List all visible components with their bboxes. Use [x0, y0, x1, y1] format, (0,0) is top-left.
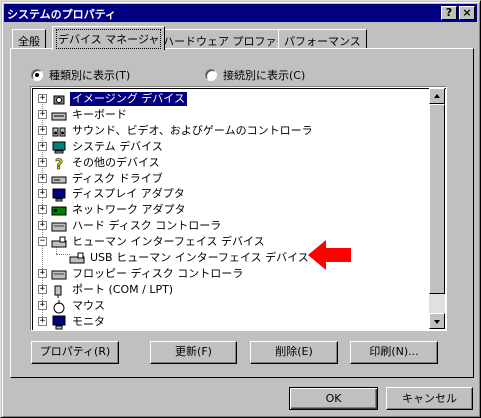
- tree-item-label: その他のデバイス: [72, 155, 160, 169]
- tree-item-label: ポート (COM / LPT): [72, 282, 174, 296]
- tree-item[interactable]: + マウス: [38, 298, 107, 314]
- red-arrow-icon: [308, 240, 351, 270]
- port-icon: [51, 283, 67, 298]
- tree-item[interactable]: USB ヒューマン インターフェイス デバイス: [69, 250, 311, 266]
- tree-item[interactable]: +? その他のデバイス: [38, 155, 162, 173]
- tree-item[interactable]: + サウンド、ビデオ、およびゲームのコントローラ: [38, 123, 315, 139]
- remove-button[interactable]: 削除(E): [250, 341, 338, 364]
- tree-item-label: モニタ: [72, 314, 105, 328]
- camera-icon: [51, 92, 67, 106]
- keyboard-icon: [51, 108, 67, 122]
- arrow-down-icon: [434, 320, 440, 324]
- device-tree[interactable]: + イメージング デバイス + キーボード + サウンド、ビデオ、およびゲームのコントロー…: [30, 86, 447, 331]
- expand-icon[interactable]: +: [38, 268, 47, 278]
- titlebar[interactable]: システムのプロパティ ? ×: [4, 4, 477, 22]
- tree-item[interactable]: + フロッピー ディスク コントローラ: [38, 266, 245, 282]
- expand-icon[interactable]: +: [38, 94, 47, 103]
- print-button[interactable]: 印刷(N)...: [350, 341, 438, 364]
- expand-icon[interactable]: +: [38, 125, 47, 135]
- radio-button-checked[interactable]: [31, 69, 43, 81]
- close-button[interactable]: ×: [459, 6, 475, 20]
- expand-icon[interactable]: +: [38, 316, 47, 326]
- tree-item[interactable]: + ディスク ドライブ: [38, 171, 165, 187]
- tree-item[interactable]: + イメージング デバイス: [38, 91, 187, 107]
- system-properties-window: システムのプロパティ ? × 全般 デバイス マネージャ ハードウェア プロファ…: [0, 0, 481, 418]
- view-by-connection-label: 接続別に表示(C): [223, 69, 306, 82]
- tree-item-label: マウス: [72, 298, 105, 312]
- ok-button[interactable]: OK: [289, 387, 378, 410]
- tree-item-label: ヒューマン インターフェイス デバイス: [72, 235, 265, 249]
- expand-icon[interactable]: +: [38, 221, 47, 231]
- view-by-type-option[interactable]: 種類別に表示(T): [31, 67, 130, 83]
- tree-item-label: サウンド、ビデオ、およびゲームのコントローラ: [72, 123, 313, 137]
- refresh-button[interactable]: 更新(F): [150, 341, 237, 364]
- radio-button[interactable]: [205, 69, 217, 81]
- arrow-up-icon: [434, 94, 440, 98]
- usb-hid-icon: [69, 251, 85, 265]
- expand-icon[interactable]: +: [38, 109, 47, 119]
- tree-item-label: ディスプレイ アダプタ: [72, 187, 185, 201]
- tree-item[interactable]: − ヒューマン インターフェイス デバイス: [38, 234, 267, 250]
- network-adapter-icon: [51, 203, 67, 217]
- scroll-thumb[interactable]: [429, 104, 445, 294]
- view-by-type-label: 種類別に表示(T): [49, 69, 131, 82]
- expand-icon[interactable]: +: [38, 189, 47, 199]
- svg-text:?: ?: [55, 157, 63, 171]
- tree-item-label: キーボード: [72, 107, 127, 121]
- tree-item-label: USB ヒューマン インターフェイス デバイス: [90, 251, 309, 264]
- tree-item-label: ディスク ドライブ: [72, 171, 163, 185]
- tree-item-label: イメージング デバイス: [70, 92, 187, 106]
- tree-item[interactable]: + システム デバイス: [38, 139, 165, 155]
- tree-item[interactable]: + ディスプレイ アダプタ: [38, 186, 187, 202]
- expand-icon[interactable]: +: [38, 300, 47, 310]
- tab-general[interactable]: 全般: [12, 29, 46, 49]
- tree-item[interactable]: + キーボード: [38, 107, 129, 123]
- floppy-controller-icon: [51, 267, 67, 281]
- cancel-button[interactable]: キャンセル: [386, 387, 473, 410]
- tree-item[interactable]: + モニタ: [38, 314, 107, 330]
- hid-icon: [51, 235, 67, 249]
- tree-item[interactable]: + ネットワーク アダプタ: [38, 202, 188, 218]
- tree-item[interactable]: + ポート (COM / LPT): [38, 282, 175, 298]
- expand-icon[interactable]: +: [38, 173, 47, 183]
- expand-icon[interactable]: +: [38, 141, 47, 151]
- tree-item-label: システム デバイス: [72, 139, 163, 153]
- disk-drive-icon: [51, 172, 67, 186]
- monitor-icon: [51, 315, 67, 330]
- collapse-icon[interactable]: −: [38, 237, 47, 247]
- window-title: システムのプロパティ: [7, 8, 117, 21]
- device-tree-inner: + イメージング デバイス + キーボード + サウンド、ビデオ、およびゲームのコントロー…: [32, 88, 446, 330]
- expand-icon[interactable]: +: [38, 205, 47, 215]
- scroll-up-button[interactable]: [429, 88, 445, 104]
- tree-line: [56, 254, 70, 255]
- tab-general-label: 全般: [18, 35, 40, 48]
- help-button[interactable]: ?: [441, 6, 457, 20]
- view-by-connection-option[interactable]: 接続別に表示(C): [205, 67, 305, 83]
- tab-device-manager-label: デバイス マネージャ: [55, 29, 162, 49]
- tab-performance-label: パフォーマンス: [284, 35, 361, 48]
- tree-item-label: フロッピー ディスク コントローラ: [72, 266, 244, 280]
- scroll-down-button[interactable]: [429, 313, 445, 329]
- tab-device-manager[interactable]: デバイス マネージャ: [52, 26, 166, 50]
- sound-icon: [51, 124, 67, 138]
- tree-item-label: ネットワーク アダプタ: [72, 203, 186, 217]
- tree-item-label: ハード ディスク コントローラ: [72, 219, 222, 233]
- display-adapter-icon: [51, 187, 67, 202]
- question-icon: ?: [51, 156, 67, 173]
- tree-item[interactable]: + ハード ディスク コントローラ: [38, 218, 223, 234]
- tab-performance[interactable]: パフォーマンス: [278, 29, 367, 49]
- expand-icon[interactable]: +: [38, 284, 47, 294]
- tree-scrollbar[interactable]: [429, 88, 445, 329]
- hdd-controller-icon: [51, 219, 67, 233]
- computer-icon: [51, 140, 67, 154]
- mouse-icon: [51, 299, 67, 314]
- properties-button[interactable]: プロパティ(R): [31, 341, 119, 364]
- expand-icon[interactable]: +: [38, 157, 47, 167]
